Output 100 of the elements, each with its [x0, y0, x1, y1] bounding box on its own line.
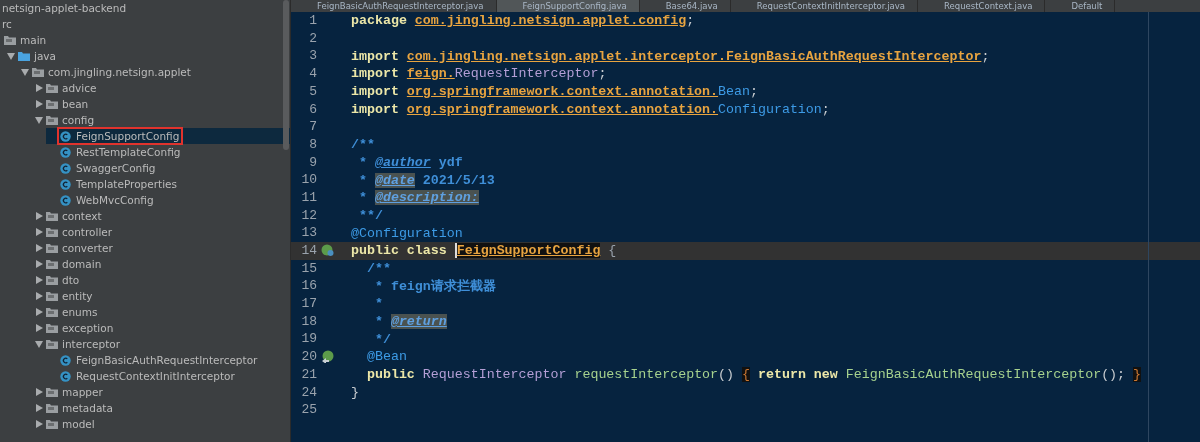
- editor-tab[interactable]: FeignSupportConfig.java: [496, 0, 640, 12]
- code-line: import com.jingling.netsign.applet.interceptor.FeignBasicAuthRequestInterceptor;: [351, 47, 990, 65]
- code-line: public class FeignSupportConfig {: [351, 242, 617, 260]
- folder-icon: [46, 339, 58, 349]
- line-number: 10: [300, 171, 317, 190]
- tree-item[interactable]: RestTemplateConfig: [46, 144, 290, 160]
- code-line: */: [373, 330, 391, 348]
- tree-item[interactable]: WebMvcConfig: [46, 192, 290, 208]
- tree-item[interactable]: TemplateProperties: [46, 176, 290, 192]
- class-icon: [60, 146, 71, 158]
- code-line: import feign.RequestInterceptor;: [351, 65, 607, 83]
- tree-item[interactable]: converter: [32, 240, 290, 256]
- code-line: * @date 2021/5/13: [357, 171, 495, 189]
- line-number: 16: [300, 277, 317, 296]
- code-line: @Bean: [365, 348, 407, 366]
- class-icon: [60, 178, 71, 190]
- editor-tab[interactable]: FeignBasicAuthRequestInterceptor.java: [291, 0, 497, 12]
- line-number: 12: [300, 206, 317, 225]
- tree-item[interactable]: interceptor: [32, 336, 290, 352]
- line-number: 21: [300, 365, 317, 384]
- code-line: /**: [351, 136, 375, 154]
- tree-item[interactable]: RequestContextInitInterceptor: [46, 368, 290, 384]
- line-number: 6: [308, 100, 317, 119]
- code-line: * @return: [373, 313, 447, 331]
- tree-item[interactable]: FeignBasicAuthRequestInterceptor: [46, 352, 290, 368]
- class-icon: [60, 354, 71, 366]
- code-line: }: [351, 383, 359, 401]
- leaf-icon: [321, 244, 335, 258]
- code-line: public RequestInterceptor requestInterceptor() { return new FeignBasicAuthRequestInterceptor(); }: [365, 366, 1142, 384]
- editor-tab[interactable]: RequestContext.java: [918, 0, 1046, 12]
- tree-item[interactable]: FeignSupportConfig: [46, 128, 290, 144]
- folder-icon: [46, 227, 58, 237]
- tree-item[interactable]: config: [32, 112, 290, 128]
- class-icon: [60, 194, 71, 206]
- collapse-arrow-icon: [35, 116, 43, 124]
- folder-icon: [46, 387, 58, 397]
- code-line: * @description:: [357, 189, 479, 207]
- folder-icon: [18, 51, 30, 61]
- folder-icon: [46, 419, 58, 429]
- tree-item[interactable]: controller: [32, 224, 290, 240]
- line-number: 4: [308, 65, 317, 84]
- tree-item[interactable]: model: [32, 416, 290, 432]
- highlight-frame: FeignSupportConfig: [57, 127, 184, 145]
- line-number: 11: [300, 188, 317, 207]
- line-number: 14: [300, 242, 317, 261]
- line-number: 1: [308, 12, 317, 31]
- code-line: import org.springframework.context.annotation.Bean;: [351, 83, 758, 101]
- code-line: * @author ydf: [357, 153, 463, 171]
- line-number: 9: [308, 153, 317, 172]
- tree-item[interactable]: SwaggerConfig: [46, 160, 290, 176]
- code-line: package com.jingling.netsign.applet.config;: [351, 12, 695, 30]
- folder-icon: [46, 211, 58, 221]
- folder-icon: [46, 83, 58, 93]
- tree-item[interactable]: enums: [32, 304, 290, 320]
- line-number: 2: [308, 29, 317, 48]
- code-line: * feign请求拦截器: [373, 277, 496, 295]
- tree-item[interactable]: exception: [32, 320, 290, 336]
- folder-icon: [46, 291, 58, 301]
- tree-item[interactable]: context: [32, 208, 290, 224]
- line-number: 3: [308, 47, 317, 66]
- class-icon: [60, 162, 71, 174]
- folder-icon: [46, 275, 58, 285]
- folder-icon: [46, 115, 58, 125]
- class-icon: [60, 370, 71, 382]
- tree-item[interactable]: advice: [32, 80, 290, 96]
- folder-icon: [46, 323, 58, 333]
- line-number: 18: [300, 312, 317, 331]
- tree-item[interactable]: java: [4, 48, 290, 64]
- tree-item[interactable]: main: [0, 32, 290, 48]
- scrollbar-thumb[interactable]: [283, 0, 289, 150]
- tree-item[interactable]: com.jingling.netsign.applet: [18, 64, 290, 80]
- tree-item[interactable]: metadata: [32, 400, 290, 416]
- tree-item[interactable]: netsign-applet-backend: [0, 0, 290, 16]
- folder-icon: [46, 243, 58, 253]
- tree-item[interactable]: dto: [32, 272, 290, 288]
- folder-icon: [46, 307, 58, 317]
- class-icon: [60, 130, 71, 142]
- tree-item[interactable]: domain: [32, 256, 290, 272]
- collapse-arrow-icon: [35, 340, 43, 348]
- code-line: @Configuration: [351, 224, 463, 242]
- code-line: /**: [365, 259, 391, 277]
- tree-item[interactable]: mapper: [32, 384, 290, 400]
- editor-tab[interactable]: Default: [1045, 0, 1116, 12]
- line-number: 13: [300, 224, 317, 243]
- code-line: import org.springframework.context.annotation.Configuration;: [351, 100, 830, 118]
- line-number: 20: [300, 348, 317, 367]
- editor-tab[interactable]: Base64.java: [639, 0, 731, 12]
- folder-icon: [46, 99, 58, 109]
- tree-item[interactable]: entity: [32, 288, 290, 304]
- line-number: 7: [308, 118, 317, 137]
- tree-item[interactable]: bean: [32, 96, 290, 112]
- line-number: 24: [300, 383, 317, 402]
- folder-icon: [32, 67, 44, 77]
- line-number: 8: [308, 135, 317, 154]
- editor-tab[interactable]: RequestContextInitInterceptor.java: [730, 0, 919, 12]
- tree-item[interactable]: rc: [0, 16, 290, 32]
- code-editor[interactable]: [291, 12, 1200, 442]
- line-number: 19: [300, 330, 317, 349]
- line-number: 15: [300, 259, 317, 278]
- line-number: 17: [300, 295, 317, 314]
